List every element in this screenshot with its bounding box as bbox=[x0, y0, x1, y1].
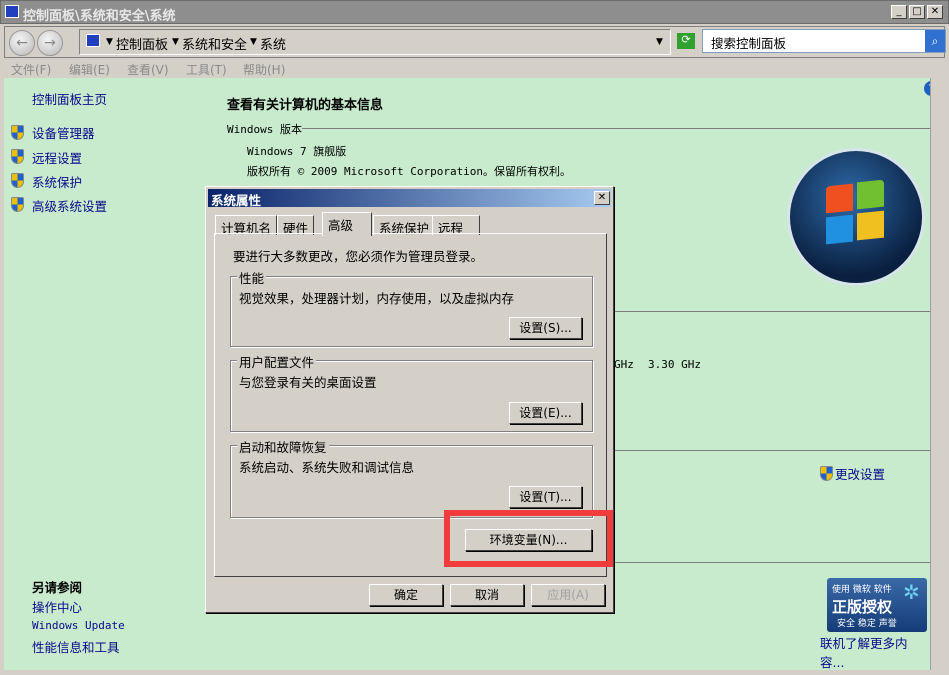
breadcrumb-system-security[interactable]: 系统和安全 bbox=[182, 34, 247, 53]
divider bbox=[614, 562, 930, 563]
tab-computer-name[interactable]: 计算机名 bbox=[215, 215, 278, 236]
change-settings-link[interactable]: 更改设置 bbox=[835, 464, 885, 483]
computer-icon bbox=[86, 34, 100, 47]
chevron-icon: ▼ bbox=[250, 37, 257, 47]
shield-icon bbox=[11, 197, 24, 212]
forward-button[interactable]: → bbox=[37, 30, 63, 56]
search-placeholder: 搜索控制面板 bbox=[711, 36, 787, 51]
user-profiles-settings-button[interactable]: 设置(E)... bbox=[509, 402, 582, 424]
address-bar[interactable]: ▼ 控制面板 ▼ 系统和安全 ▼ 系统 ▼ bbox=[79, 29, 671, 55]
tab-advanced[interactable]: 高级 bbox=[322, 212, 372, 236]
refresh-icon[interactable]: ⟳ bbox=[677, 33, 695, 49]
windows-update-link[interactable]: Windows Update bbox=[32, 619, 125, 632]
chevron-icon: ▼ bbox=[106, 37, 113, 47]
divider bbox=[302, 128, 930, 129]
learn-more-link[interactable]: 联机了解更多内容... bbox=[820, 633, 930, 671]
menu-file[interactable]: 文件(F) bbox=[11, 61, 51, 78]
divider bbox=[614, 311, 930, 312]
performance-group: 性能 视觉效果，处理器计划，内存使用，以及虚拟内存 设置(S)... bbox=[230, 268, 593, 347]
edition-section-label: Windows 版本 bbox=[227, 123, 302, 136]
dialog-title-bar: 系统属性 ✕ bbox=[208, 189, 611, 208]
control-panel-home-link[interactable]: 控制面板主页 bbox=[32, 89, 107, 108]
genuine-line3: 安全 稳定 声誉 bbox=[837, 619, 897, 629]
edition-text: Windows 7 旗舰版 bbox=[247, 145, 347, 158]
menu-tools[interactable]: 工具(T) bbox=[186, 61, 227, 78]
tab-system-protection[interactable]: 系统保护 bbox=[373, 215, 436, 236]
window-title: 控制面板\系统和安全\系统 bbox=[23, 9, 176, 24]
chevron-icon: ▼ bbox=[172, 37, 179, 47]
breadcrumb-control-panel[interactable]: 控制面板 bbox=[116, 34, 168, 53]
genuine-badge[interactable]: 使用 微软 软件 正版授权 安全 稳定 声誉 ✲ bbox=[827, 578, 927, 632]
startup-settings-button[interactable]: 设置(T)... bbox=[509, 486, 582, 508]
group-description: 与您登录有关的桌面设置 bbox=[239, 375, 377, 390]
sidebar-item-remote-settings[interactable]: 远程设置 bbox=[32, 148, 82, 167]
shield-icon bbox=[820, 466, 833, 481]
genuine-line1: 使用 微软 软件 bbox=[832, 585, 892, 595]
sidebar-item-device-manager[interactable]: 设备管理器 bbox=[32, 123, 95, 142]
cpu-fragment: GHz bbox=[614, 358, 634, 371]
maximize-button[interactable]: □ bbox=[909, 5, 925, 19]
menu-view[interactable]: 查看(V) bbox=[127, 61, 169, 78]
dialog-close-button[interactable]: ✕ bbox=[594, 191, 610, 205]
tab-hardware[interactable]: 硬件 bbox=[277, 215, 315, 236]
copyright-text: 版权所有 © 2009 Microsoft Corporation。保留所有权利… bbox=[247, 165, 572, 178]
admin-note: 要进行大多数更改，您必须作为管理员登录。 bbox=[233, 249, 484, 264]
shield-icon bbox=[11, 125, 24, 140]
windows-logo bbox=[790, 151, 922, 283]
genuine-line2: 正版授权 bbox=[832, 598, 893, 616]
back-button[interactable]: ← bbox=[9, 30, 35, 56]
menu-bar: 文件(F) 编辑(E) 查看(V) 工具(T) 帮助(H) bbox=[0, 58, 949, 78]
highlight-box bbox=[444, 510, 613, 567]
shield-icon bbox=[11, 173, 24, 188]
dropdown-arrow-icon[interactable]: ▼ bbox=[656, 37, 663, 47]
apply-button[interactable]: 应用(A) bbox=[531, 584, 605, 606]
performance-settings-button[interactable]: 设置(S)... bbox=[509, 317, 582, 339]
group-label: 用户配置文件 bbox=[237, 352, 317, 371]
page-title: 查看有关计算机的基本信息 bbox=[227, 98, 384, 113]
see-also-title: 另请参阅 bbox=[32, 580, 83, 595]
group-label: 性能 bbox=[237, 268, 267, 287]
minimize-button[interactable]: _ bbox=[891, 5, 907, 19]
tab-remote[interactable]: 远程 bbox=[432, 215, 480, 236]
cancel-button[interactable]: 取消 bbox=[450, 584, 524, 606]
user-profiles-group: 用户配置文件 与您登录有关的桌面设置 设置(E)... bbox=[230, 352, 593, 432]
cpu-speed: 3.30 GHz bbox=[648, 358, 701, 371]
performance-tools-link[interactable]: 性能信息和工具 bbox=[32, 637, 120, 656]
group-description: 系统启动、系统失败和调试信息 bbox=[239, 460, 415, 475]
title-bar: 控制面板\系统和安全\系统 _ □ ✕ bbox=[0, 0, 949, 24]
group-label: 启动和故障恢复 bbox=[237, 437, 329, 456]
search-icon[interactable]: ⌕ bbox=[925, 30, 945, 52]
group-description: 视觉效果，处理器计划，内存使用，以及虚拟内存 bbox=[239, 291, 515, 306]
sidebar-item-system-protection[interactable]: 系统保护 bbox=[32, 172, 82, 191]
navigation-toolbar: ← → ▼ 控制面板 ▼ 系统和安全 ▼ 系统 ▼ ⟳ 搜索控制面板 ⌕ bbox=[4, 26, 946, 58]
search-input[interactable]: 搜索控制面板 ⌕ bbox=[702, 29, 946, 53]
shield-icon bbox=[11, 149, 24, 164]
star-icon: ✲ bbox=[903, 580, 920, 604]
breadcrumb-system[interactable]: 系统 bbox=[260, 34, 286, 53]
scrollbar[interactable] bbox=[930, 78, 945, 670]
menu-edit[interactable]: 编辑(E) bbox=[69, 61, 110, 78]
divider bbox=[614, 450, 930, 451]
startup-recovery-group: 启动和故障恢复 系统启动、系统失败和调试信息 设置(T)... bbox=[230, 437, 593, 518]
menu-help[interactable]: 帮助(H) bbox=[243, 61, 285, 78]
action-center-link[interactable]: 操作中心 bbox=[32, 597, 82, 616]
computer-icon bbox=[5, 5, 19, 18]
close-button[interactable]: ✕ bbox=[927, 5, 943, 19]
sidebar-item-advanced-settings[interactable]: 高级系统设置 bbox=[32, 196, 107, 215]
ok-button[interactable]: 确定 bbox=[369, 584, 443, 606]
dialog-title: 系统属性 bbox=[211, 193, 262, 208]
